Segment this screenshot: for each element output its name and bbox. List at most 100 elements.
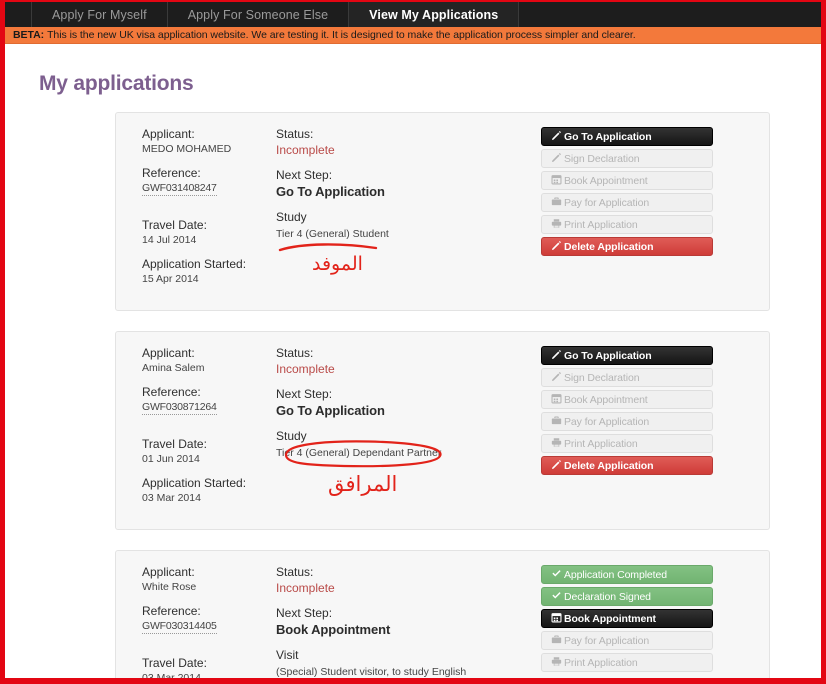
travel-date-label: Travel Date: — [142, 437, 207, 451]
applicant-details: Applicant: MEDO MOHAMED Reference: GWF03140… — [116, 127, 276, 296]
annotation-arabic-text-1: الموفد — [312, 253, 363, 275]
button-label: Book Appointment — [564, 174, 648, 187]
status-details: Status: Incomplete Next Step: Book Appointm… — [276, 565, 541, 678]
briefcase-icon — [551, 415, 564, 429]
beta-prefix: BETA: — [13, 29, 45, 41]
reference-label: Reference: — [142, 604, 201, 618]
visa-subcategory: Tier 4 (General) Dependant Partner — [276, 447, 442, 459]
applicant-label: Applicant: — [142, 127, 195, 141]
button-label: Delete Application — [564, 459, 654, 472]
tab-label: Apply For Myself — [52, 7, 147, 22]
delete-application-button[interactable]: Delete Application — [541, 456, 713, 475]
tab-view-my-applications[interactable]: View My Applications — [348, 2, 520, 27]
next-step-label: Next Step: — [276, 168, 333, 182]
go-to-application-button[interactable]: Go To Application — [541, 127, 713, 146]
tab-apply-for-myself[interactable]: Apply For Myself — [31, 2, 168, 27]
pencil-icon — [551, 459, 564, 473]
application-started-value: 15 Apr 2014 — [142, 273, 199, 285]
annotation-underline-1 — [276, 241, 391, 257]
reference-number: GWF030871264 — [142, 401, 217, 415]
tab-label: View My Applications — [369, 7, 499, 22]
button-label: Print Application — [564, 218, 638, 231]
travel-date-label: Travel Date: — [142, 218, 207, 232]
book-appointment-button[interactable]: Book Appointment — [541, 609, 713, 628]
applicant-details: Applicant: Amina Salem Reference: GWF030871… — [116, 346, 276, 515]
calendar-icon — [551, 174, 564, 188]
go-to-application-button[interactable]: Go To Application — [541, 346, 713, 365]
declaration-signed-button[interactable]: Declaration Signed — [541, 587, 713, 606]
applications-list: Applicant: MEDO MOHAMED Reference: GWF03140… — [5, 112, 821, 679]
delete-application-button[interactable]: Delete Application — [541, 237, 713, 256]
applicant-name: White Rose — [142, 581, 197, 593]
calendar-icon — [551, 612, 564, 626]
applicant-name: Amina Salem — [142, 362, 205, 374]
sign-declaration-button: Sign Declaration — [541, 149, 713, 168]
button-label: Pay for Application — [564, 634, 650, 647]
travel-date-label: Travel Date: — [142, 656, 207, 670]
pencil-icon — [551, 130, 564, 144]
check-icon — [551, 568, 564, 582]
button-label: Book Appointment — [564, 612, 656, 625]
main-content: My applications Applicant: MEDO MOHAMED Re… — [5, 44, 821, 679]
annotation-arabic-text-2: المرافق — [328, 472, 398, 496]
pay-for-application-button: Pay for Application — [541, 631, 713, 650]
visa-category: Study — [276, 210, 307, 224]
tab-apply-for-someone-else[interactable]: Apply For Someone Else — [166, 2, 350, 27]
primary-nav: Apply For Myself Apply For Someone Else … — [5, 0, 821, 27]
action-buttons: Go To Application Sign Declaration Book Ap… — [541, 346, 731, 515]
application-card: Applicant: White Rose Reference: GWF0303144… — [115, 550, 770, 679]
button-label: Sign Declaration — [564, 152, 640, 165]
next-step-value: Book Appointment — [276, 622, 391, 637]
application-card: Applicant: MEDO MOHAMED Reference: GWF03140… — [115, 112, 770, 311]
button-label: Delete Application — [564, 240, 654, 253]
travel-date-value: 03 Mar 2014 — [142, 672, 201, 679]
reference-number: GWF031408247 — [142, 182, 217, 196]
applicant-label: Applicant: — [142, 565, 195, 579]
travel-date-value: 14 Jul 2014 — [142, 234, 197, 246]
book-appointment-button: Book Appointment — [541, 390, 713, 409]
action-buttons: Go To Application Sign Declaration Book Ap… — [541, 127, 731, 296]
button-label: Go To Application — [564, 349, 652, 362]
beta-text: This is the new UK visa application webs… — [47, 29, 636, 41]
visa-subcategory: Tier 4 (General) Student — [276, 228, 389, 240]
briefcase-icon — [551, 634, 564, 648]
check-icon — [551, 590, 564, 604]
button-label: Pay for Application — [564, 196, 650, 209]
button-label: Declaration Signed — [564, 590, 651, 603]
beta-banner: BETA: This is the new UK visa applicatio… — [5, 27, 821, 44]
print-application-button: Print Application — [541, 653, 713, 672]
printer-icon — [551, 656, 564, 670]
pay-for-application-button: Pay for Application — [541, 412, 713, 431]
pay-for-application-button: Pay for Application — [541, 193, 713, 212]
status-label: Status: — [276, 565, 314, 579]
tab-label: Apply For Someone Else — [187, 7, 329, 22]
status-badge: Incomplete — [276, 362, 335, 376]
button-label: Sign Declaration — [564, 371, 640, 384]
pencil-icon — [551, 152, 564, 166]
button-label: Print Application — [564, 656, 638, 669]
applicant-details: Applicant: White Rose Reference: GWF0303144… — [116, 565, 276, 679]
briefcase-icon — [551, 196, 564, 210]
travel-date-value: 01 Jun 2014 — [142, 453, 200, 465]
visa-subcategory: (Special) Student visitor, to study Engl… — [276, 666, 467, 678]
button-label: Pay for Application — [564, 415, 650, 428]
next-step-value: Go To Application — [276, 184, 385, 199]
applicant-label: Applicant: — [142, 346, 195, 360]
print-application-button: Print Application — [541, 434, 713, 453]
print-application-button: Print Application — [541, 215, 713, 234]
visa-category: Visit — [276, 648, 299, 662]
pencil-icon — [551, 349, 564, 363]
application-card: Applicant: Amina Salem Reference: GWF030871… — [115, 331, 770, 530]
application-started-value: 03 Mar 2014 — [142, 492, 201, 504]
applicant-name: MEDO MOHAMED — [142, 143, 232, 155]
screenshot-frame: Apply For Myself Apply For Someone Else … — [0, 0, 826, 684]
printer-icon — [551, 218, 564, 232]
application-completed-button[interactable]: Application Completed — [541, 565, 713, 584]
pencil-icon — [551, 240, 564, 254]
status-badge: Incomplete — [276, 143, 335, 157]
status-label: Status: — [276, 127, 314, 141]
calendar-icon — [551, 393, 564, 407]
next-step-label: Next Step: — [276, 606, 333, 620]
status-details: Status: Incomplete Next Step: Go To Applica… — [276, 127, 541, 296]
next-step-label: Next Step: — [276, 387, 333, 401]
